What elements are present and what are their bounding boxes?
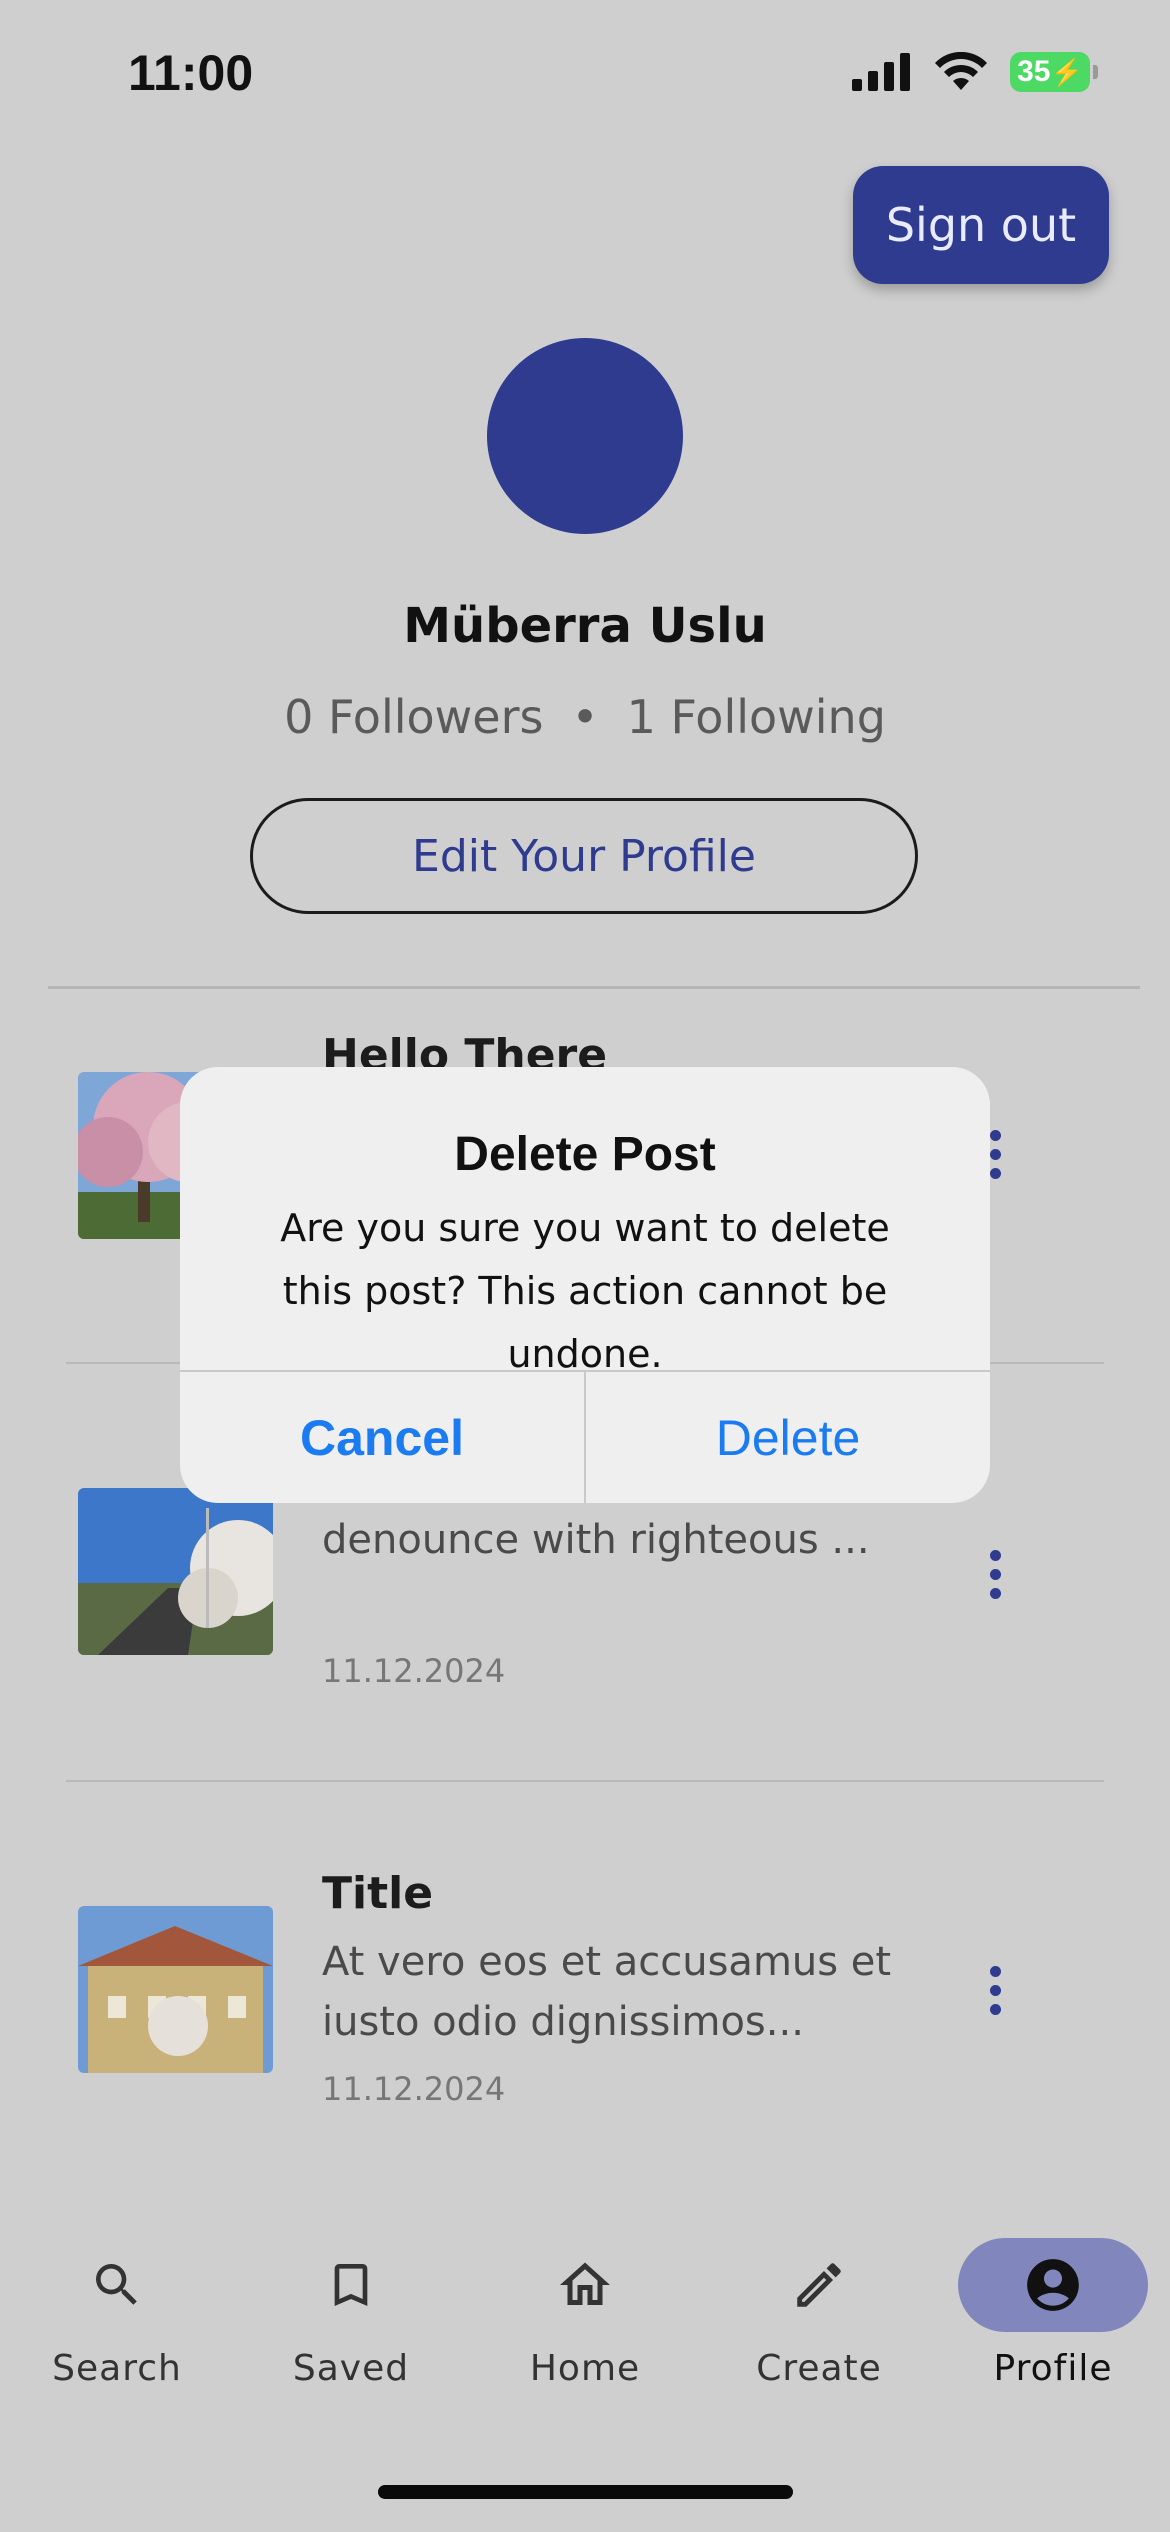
nav-label: Profile — [993, 2348, 1113, 2389]
follow-stats: 0 Followers • 1 Following — [0, 690, 1170, 744]
edit-profile-button[interactable]: Edit Your Profile — [250, 798, 918, 914]
more-options-icon[interactable] — [980, 1550, 1010, 1599]
home-icon — [560, 2262, 610, 2305]
divider — [48, 986, 1140, 989]
nav-item-search[interactable]: Search — [0, 2230, 234, 2400]
battery-level: 35 — [1017, 55, 1051, 88]
search-icon — [96, 2264, 137, 2305]
nav-item-profile[interactable]: Profile — [936, 2230, 1170, 2400]
profile-screen: 11:00 35 ⚡ Sign out Müberra Uslu 0 Follow… — [0, 0, 1170, 2532]
battery-icon: 35 ⚡ — [1010, 52, 1098, 92]
nav-label: Create — [756, 2348, 882, 2389]
status-icons: 35 ⚡ — [852, 52, 1098, 92]
nav-label: Search — [52, 2348, 182, 2389]
home-indicator[interactable] — [378, 2485, 793, 2499]
sign-out-button[interactable]: Sign out — [853, 166, 1109, 284]
bookmark-icon — [334, 2264, 368, 2306]
divider — [66, 1780, 1104, 1782]
post-date: 11.12.2024 — [322, 2070, 506, 2108]
nav-item-home[interactable]: Home — [468, 2230, 702, 2400]
dialog-title: Delete Post — [454, 1128, 716, 1181]
post-thumbnail[interactable] — [78, 1906, 273, 2073]
nav-label: Saved — [292, 2348, 410, 2389]
wifi-icon — [935, 52, 987, 90]
signal-icon — [852, 53, 910, 91]
followers-count[interactable]: 0 Followers — [284, 690, 543, 744]
nav-label: Home — [529, 2348, 641, 2389]
delete-post-dialog: Delete Post Are you sure you want to del… — [180, 1067, 990, 1503]
post-thumbnail[interactable] — [78, 1488, 273, 1655]
bottom-nav: Search Saved Home Create Profile — [0, 2230, 1170, 2420]
more-options-icon[interactable] — [980, 1966, 1010, 2015]
post-date: 11.12.2024 — [322, 1652, 506, 1690]
post-item[interactable]: Title At vero eos et accusamus et iusto … — [0, 1868, 1170, 2170]
post-title: Title — [322, 1868, 434, 1919]
nav-item-create[interactable]: Create — [702, 2230, 936, 2400]
dialog-message: Are you sure you want to delete this pos… — [280, 1206, 890, 1376]
nav-item-saved[interactable]: Saved — [234, 2230, 468, 2400]
delete-button[interactable]: Delete — [586, 1372, 990, 1503]
post-body: At vero eos et accusamus et iusto odio d… — [322, 1939, 892, 2045]
following-count[interactable]: 1 Following — [627, 690, 886, 744]
account-circle-icon — [1027, 2259, 1079, 2311]
stats-separator: • — [571, 690, 599, 744]
status-time: 11:00 — [128, 45, 254, 101]
profile-name: Müberra Uslu — [403, 598, 767, 654]
pencil-icon — [797, 2263, 841, 2307]
cancel-button[interactable]: Cancel — [180, 1372, 584, 1503]
avatar — [487, 338, 683, 534]
